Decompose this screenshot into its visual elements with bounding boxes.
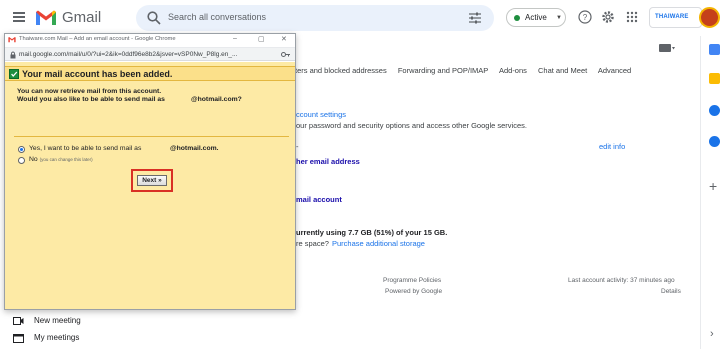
last-activity-text: Last account activity: 37 minutes ago bbox=[568, 277, 675, 284]
gear-icon[interactable] bbox=[601, 10, 615, 24]
popup-body: Your mail account has been added. You ca… bbox=[5, 62, 295, 309]
my-meetings-link[interactable]: My meetings bbox=[34, 333, 79, 342]
keep-icon[interactable] bbox=[709, 73, 720, 84]
next-button-highlight: Next » bbox=[131, 169, 173, 192]
tab-addons[interactable]: Add-ons bbox=[499, 66, 527, 75]
help-icon[interactable]: ? bbox=[578, 10, 592, 24]
tab-advanced[interactable]: Advanced bbox=[598, 66, 631, 75]
chevron-right-icon[interactable]: › bbox=[710, 328, 714, 340]
success-title: Your mail account has been added. bbox=[22, 69, 173, 79]
search-input[interactable]: Search all conversations bbox=[168, 12, 266, 22]
powered-by-text: Powered by Google bbox=[385, 288, 443, 295]
popup-titlebar[interactable]: Thaiware.com Mail – Add an email account… bbox=[5, 34, 295, 46]
tab-filters[interactable]: ters and blocked addresses bbox=[295, 66, 387, 75]
popup-window-title: Thaiware.com Mail – Add an email account… bbox=[19, 36, 176, 42]
contacts-icon[interactable] bbox=[709, 136, 720, 147]
no-radio[interactable] bbox=[18, 157, 25, 164]
search-icon[interactable] bbox=[146, 10, 162, 26]
yes-radio[interactable] bbox=[18, 146, 25, 153]
edit-info-link[interactable]: edit info bbox=[599, 142, 625, 151]
success-banner: Your mail account has been added. bbox=[5, 66, 295, 81]
gmail-favicon-icon bbox=[8, 36, 16, 43]
main-menu-icon[interactable] bbox=[13, 12, 25, 22]
chevron-down-icon: ▼ bbox=[556, 15, 562, 21]
storage-question: re space? bbox=[296, 239, 329, 248]
organization-logo-text: THAIWARE bbox=[655, 14, 689, 20]
keyboard-icon[interactable] bbox=[659, 44, 675, 52]
avatar[interactable] bbox=[699, 7, 720, 28]
key-icon[interactable] bbox=[281, 51, 290, 58]
details-link[interactable]: Details bbox=[661, 288, 681, 295]
divider bbox=[14, 136, 289, 137]
account-settings-link[interactable]: ccount settings bbox=[296, 110, 346, 119]
add-mail-account-link[interactable]: mail account bbox=[296, 195, 342, 204]
status-dot-icon bbox=[514, 15, 520, 21]
yes-option-text: Yes, I want to be able to send mail as bbox=[29, 145, 142, 152]
yes-option-label[interactable]: Yes, I want to be able to send mail as bbox=[29, 145, 141, 152]
tab-chat-meet[interactable]: Chat and Meet bbox=[538, 66, 587, 75]
add-addon-icon[interactable]: + bbox=[709, 179, 717, 193]
maximize-icon[interactable]: ▢ bbox=[258, 35, 265, 43]
dash-text: - bbox=[296, 142, 299, 151]
apps-grid-icon[interactable] bbox=[625, 10, 639, 24]
send-question: Would you also like to be able to send m… bbox=[17, 96, 165, 103]
send-question-email: @hotmail.com? bbox=[191, 96, 242, 103]
retrieve-notice: You can now retrieve mail from this acco… bbox=[17, 88, 162, 95]
gmail-wordmark[interactable]: Gmail bbox=[62, 9, 101, 26]
no-option-note: (you can change this later) bbox=[39, 157, 93, 162]
status-selector[interactable]: Active ▼ bbox=[506, 8, 566, 27]
new-meeting-link[interactable]: New meeting bbox=[34, 316, 81, 325]
yes-option-email: @hotmail.com. bbox=[170, 145, 219, 152]
programme-policies-link[interactable]: Programme Policies bbox=[383, 277, 441, 284]
add-other-email-link[interactable]: her email address bbox=[296, 157, 360, 166]
search-bar[interactable]: Search all conversations bbox=[136, 5, 494, 31]
calendar-small-icon[interactable] bbox=[13, 333, 24, 343]
storage-usage-bold: urrently using 7.7 GB (51%) of your 15 G… bbox=[296, 228, 448, 237]
minimize-icon[interactable]: – bbox=[233, 35, 237, 42]
svg-text:?: ? bbox=[583, 13, 588, 22]
organization-logo[interactable]: THAIWARE bbox=[649, 7, 702, 28]
video-camera-icon[interactable] bbox=[13, 316, 24, 326]
tasks-icon[interactable] bbox=[709, 105, 720, 116]
popup-address-bar[interactable]: mail.google.com/mail/u/0/?ui=2&ik=0ddf96… bbox=[5, 47, 295, 61]
search-options-icon[interactable] bbox=[468, 11, 482, 25]
status-label: Active bbox=[525, 13, 547, 22]
yes-email-bold: @hotmail.com. bbox=[170, 145, 219, 152]
no-option-text: No bbox=[29, 156, 38, 163]
add-email-account-popup: Thaiware.com Mail – Add an email account… bbox=[4, 33, 296, 310]
next-button[interactable]: Next » bbox=[137, 175, 167, 186]
no-option-label[interactable]: No (you can change this later) bbox=[29, 156, 93, 163]
checkmark-icon bbox=[9, 69, 19, 79]
tab-forwarding[interactable]: Forwarding and POP/IMAP bbox=[398, 66, 488, 75]
settings-tabs: ters and blocked addresses Forwarding an… bbox=[295, 66, 640, 75]
side-panel: + › bbox=[700, 36, 728, 349]
close-icon[interactable]: ✕ bbox=[281, 35, 287, 43]
storage-usage-text: urrently using 7.7 GB (51%) of your 15 G… bbox=[296, 228, 447, 237]
purchase-storage-link[interactable]: Purchase additional storage bbox=[332, 239, 425, 248]
lock-icon[interactable] bbox=[10, 51, 16, 59]
calendar-icon[interactable] bbox=[709, 44, 720, 55]
popup-url: mail.google.com/mail/u/0/?ui=2&ik=0ddf96… bbox=[19, 51, 238, 58]
account-settings-desc: our password and security options and ac… bbox=[296, 121, 527, 130]
gmail-logo-icon[interactable] bbox=[35, 9, 57, 26]
gmail-header: Gmail Search all conversations Active ▼ … bbox=[0, 0, 728, 36]
